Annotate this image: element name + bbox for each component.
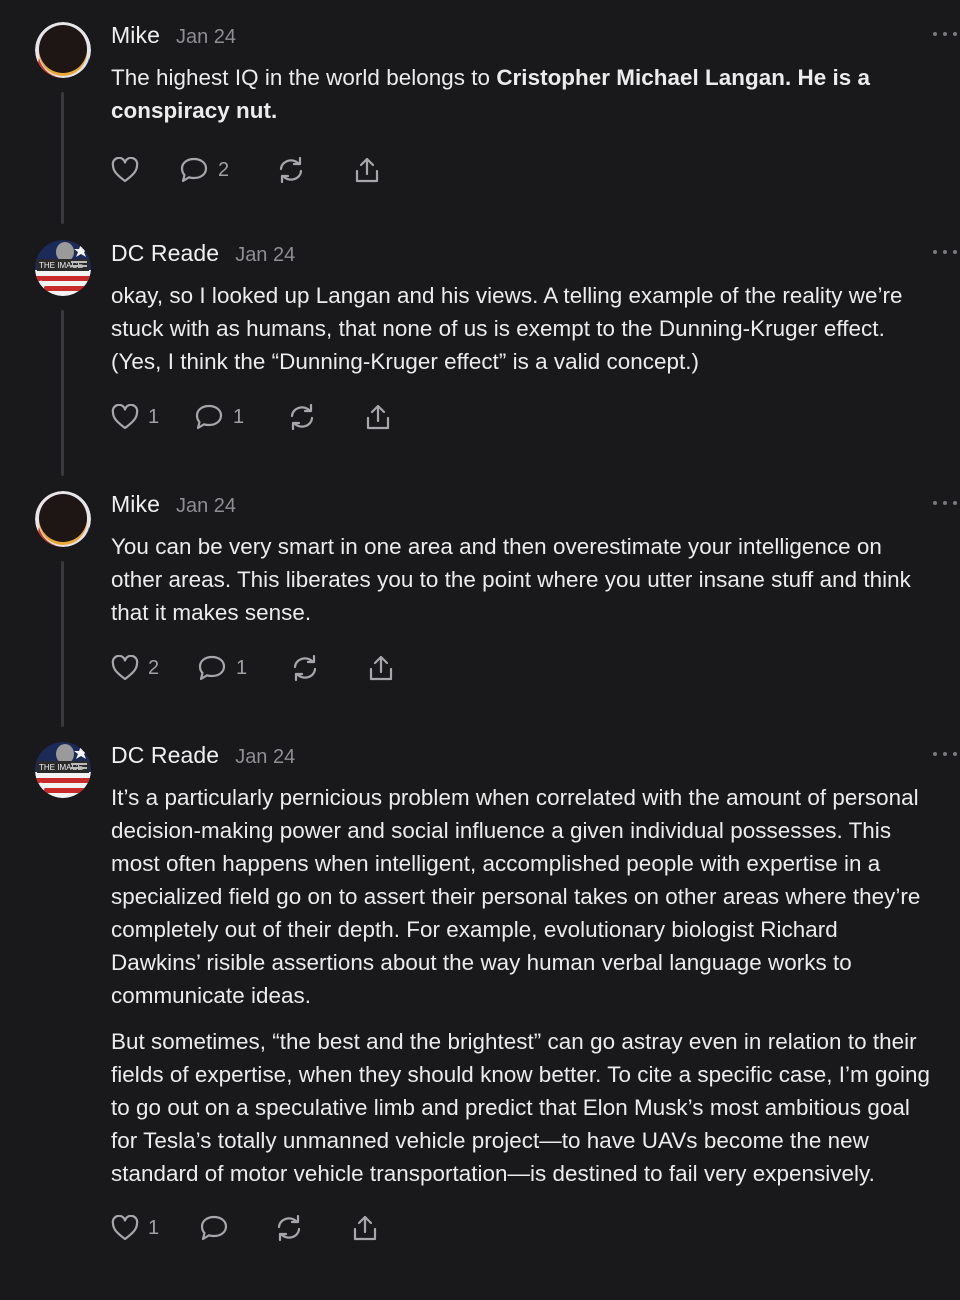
like-button[interactable]: 2 — [111, 655, 197, 681]
comment-header: DC Reade Jan 24 — [111, 240, 931, 276]
reply-count: 2 — [218, 158, 230, 181]
comment-text-plain: The highest IQ in the world belongs to — [111, 65, 497, 90]
share-icon — [351, 1214, 379, 1242]
comment-icon — [179, 156, 209, 184]
comment-date[interactable]: Jan 24 — [176, 26, 236, 49]
heart-icon — [111, 655, 139, 681]
avatar-column: THE IMAGE — [35, 240, 91, 296]
reply-count: 1 — [233, 405, 245, 428]
restack-button[interactable] — [290, 654, 367, 682]
like-button[interactable] — [111, 157, 179, 183]
comment-text: You can be very smart in one area and th… — [111, 534, 911, 625]
heart-icon — [111, 1215, 139, 1241]
author-name[interactable]: Mike — [111, 491, 160, 518]
restack-button[interactable] — [287, 403, 364, 431]
more-icon[interactable] — [933, 26, 957, 42]
restack-icon — [274, 1214, 304, 1242]
comment-header: DC Reade Jan 24 — [111, 742, 931, 778]
comment-thread: Mike Jan 24 The highest IQ in the world … — [0, 0, 960, 1300]
comment-paragraph: It’s a particularly pernicious problem w… — [111, 785, 921, 1008]
like-count: 1 — [148, 1216, 160, 1239]
more-icon[interactable] — [933, 746, 957, 762]
heart-icon — [111, 404, 139, 430]
comment-date[interactable]: Jan 24 — [235, 244, 295, 267]
comment-paragraph: But sometimes, “the best and the brighte… — [111, 1029, 931, 1186]
comment-date[interactable]: Jan 24 — [176, 495, 236, 518]
comment-actions: 2 1 — [111, 648, 931, 688]
comment-body: DC Reade Jan 24 It’s a particularly pern… — [111, 742, 957, 1248]
comment-body: DC Reade Jan 24 okay, so I looked up Lan… — [111, 240, 957, 437]
share-icon — [367, 654, 395, 682]
like-button[interactable]: 1 — [111, 1215, 199, 1241]
reply-button[interactable] — [199, 1214, 274, 1242]
restack-icon — [287, 403, 317, 431]
thread-line — [61, 92, 64, 224]
comment-text: The highest IQ in the world belongs to C… — [111, 61, 931, 127]
author-name[interactable]: DC Reade — [111, 240, 219, 267]
share-icon — [353, 156, 381, 184]
comment-actions: 2 — [111, 150, 931, 190]
share-button[interactable] — [364, 403, 392, 431]
restack-button[interactable] — [274, 1214, 351, 1242]
restack-icon — [290, 654, 320, 682]
like-count: 1 — [148, 405, 160, 428]
comment-actions: 1 — [111, 1208, 931, 1248]
comment-icon — [199, 1214, 229, 1242]
like-count: 2 — [148, 656, 160, 679]
comment-actions: 1 1 — [111, 397, 931, 437]
avatar[interactable]: THE IMAGE — [35, 240, 91, 296]
avatar-column — [35, 491, 91, 547]
share-button[interactable] — [353, 156, 381, 184]
thread-line — [61, 561, 64, 727]
author-name[interactable]: Mike — [111, 22, 160, 49]
comment-header: Mike Jan 24 — [111, 491, 931, 527]
author-name[interactable]: DC Reade — [111, 742, 219, 769]
comment-header: Mike Jan 24 — [111, 22, 931, 58]
restack-icon — [276, 156, 306, 184]
reply-button[interactable]: 2 — [179, 156, 276, 184]
comment-date[interactable]: Jan 24 — [235, 746, 295, 769]
reply-count: 1 — [236, 656, 248, 679]
avatar[interactable] — [35, 491, 91, 547]
thread-line — [61, 310, 64, 476]
share-button[interactable] — [367, 654, 395, 682]
comment-body: Mike Jan 24 The highest IQ in the world … — [111, 22, 957, 190]
reply-button[interactable]: 1 — [197, 654, 290, 682]
comment-icon — [194, 403, 224, 431]
more-icon[interactable] — [933, 244, 957, 260]
share-button[interactable] — [351, 1214, 379, 1242]
heart-icon — [111, 157, 139, 183]
like-button[interactable]: 1 — [111, 404, 194, 430]
comment-icon — [197, 654, 227, 682]
comment-text: okay, so I looked up Langan and his view… — [111, 283, 903, 374]
avatar-column: THE IMAGE — [35, 742, 91, 798]
share-icon — [364, 403, 392, 431]
avatar-column — [35, 22, 91, 78]
comment-body: Mike Jan 24 You can be very smart in one… — [111, 491, 957, 688]
avatar[interactable]: THE IMAGE — [35, 742, 91, 798]
more-icon[interactable] — [933, 495, 957, 511]
restack-button[interactable] — [276, 156, 353, 184]
avatar[interactable] — [35, 22, 91, 78]
reply-button[interactable]: 1 — [194, 403, 287, 431]
